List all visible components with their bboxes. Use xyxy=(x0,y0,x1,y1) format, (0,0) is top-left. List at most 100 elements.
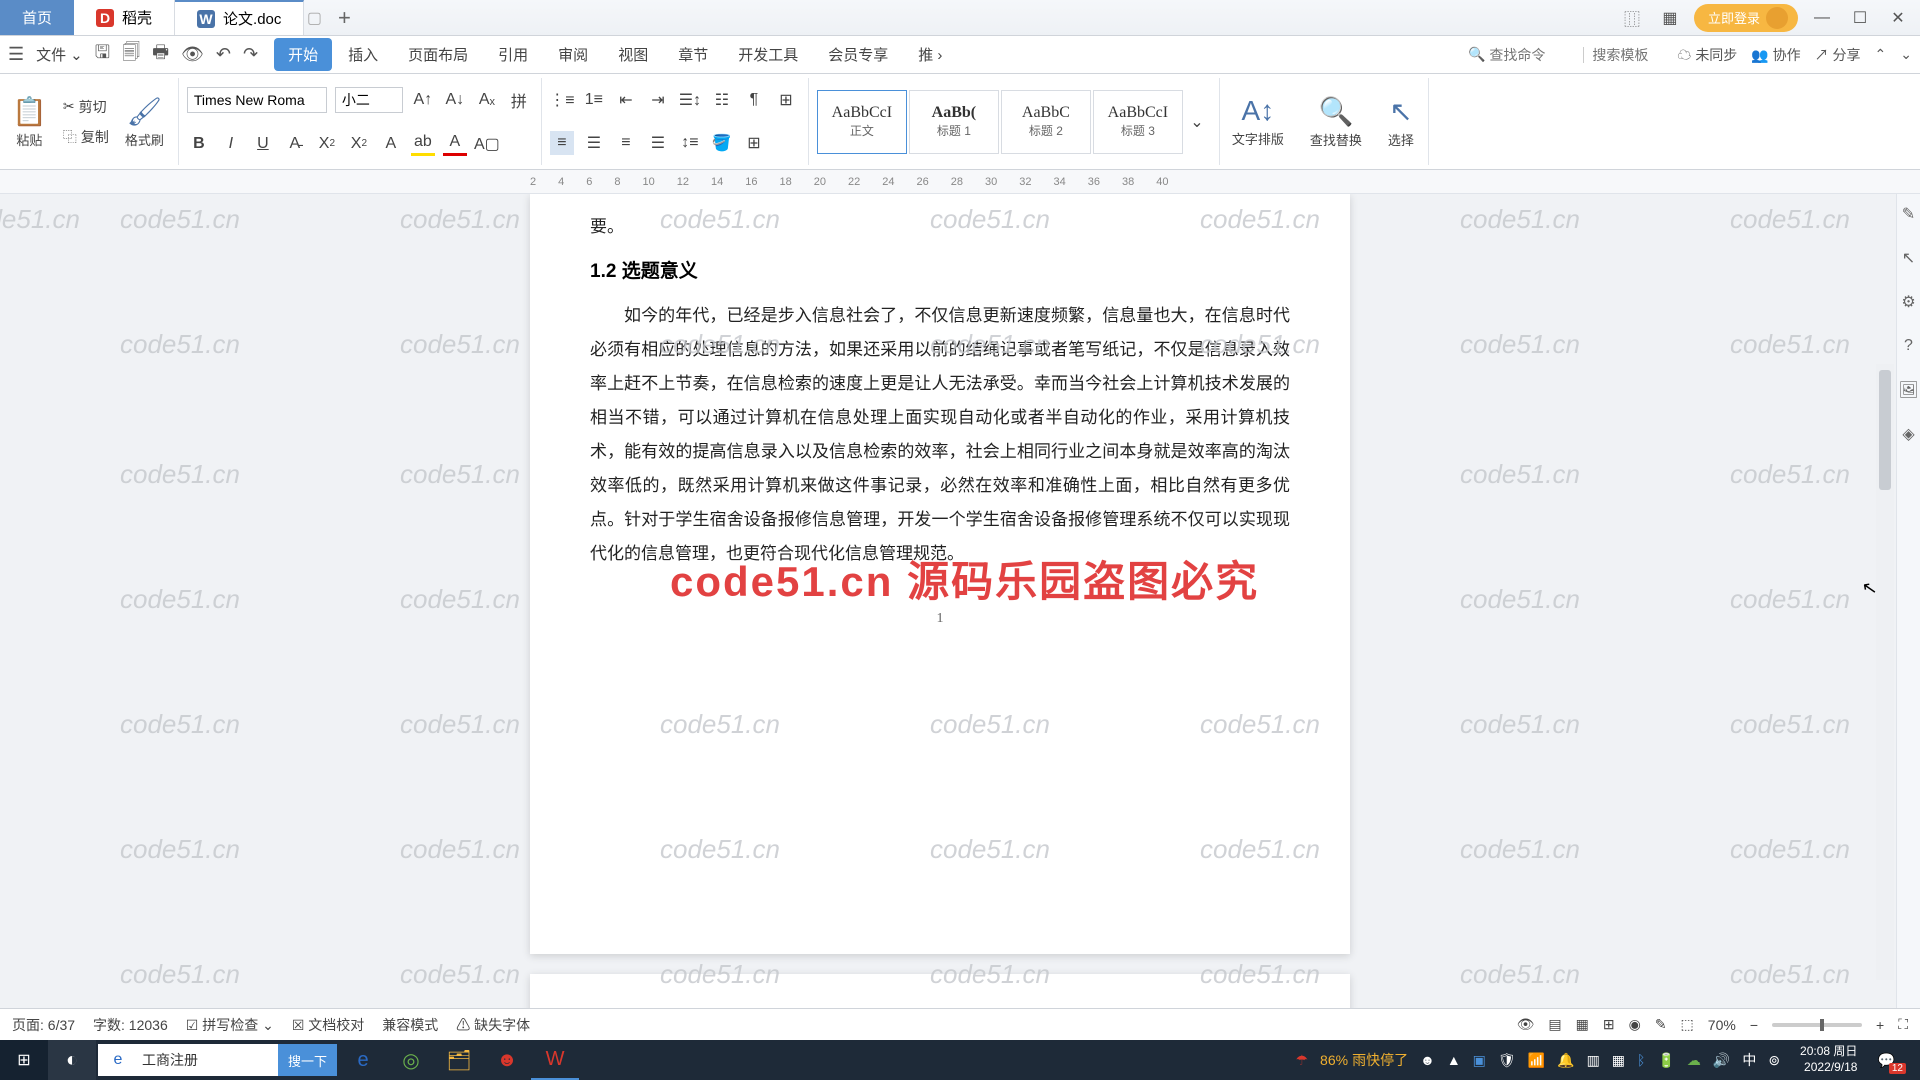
highlight-icon[interactable]: ab xyxy=(411,132,435,156)
bullets-icon[interactable]: ⋮≡ xyxy=(550,88,574,112)
text-effect-icon[interactable]: A xyxy=(379,132,403,156)
print-icon[interactable]: 🖶 xyxy=(152,40,169,70)
style-more-icon[interactable]: ⌄ xyxy=(1185,110,1209,134)
find-replace-button[interactable]: 🔍查找替换 xyxy=(1306,93,1366,151)
coop-button[interactable]: 👥 协作 xyxy=(1751,45,1800,65)
weather-widget[interactable]: 86%雨快停了 xyxy=(1320,1050,1408,1070)
style-heading3[interactable]: AaBbCcI标题 3 xyxy=(1093,90,1183,154)
browser-icon[interactable]: ◎ xyxy=(387,1040,435,1080)
ruler[interactable]: 246810121416182022242628303234363840 xyxy=(0,170,1920,194)
read-mode-icon[interactable]: ◉ xyxy=(1629,1016,1641,1033)
text-direction-button[interactable]: A↕文字排版 xyxy=(1228,93,1288,150)
zoom-slider[interactable] xyxy=(1772,1023,1862,1027)
bluetooth-icon[interactable]: ᛒ xyxy=(1637,1052,1645,1068)
tray-icon[interactable]: ☁ xyxy=(1687,1052,1701,1069)
diamond-icon[interactable]: ◈ xyxy=(1899,424,1919,444)
style-heading1[interactable]: AaBb(标题 1 xyxy=(909,90,999,154)
strike-icon[interactable]: A̵ xyxy=(283,132,307,156)
fit-icon[interactable]: ⬚ xyxy=(1681,1016,1694,1033)
menu-devtools[interactable]: 开发工具 xyxy=(724,38,812,71)
tray-icon[interactable]: ☻ xyxy=(1420,1052,1435,1068)
page-indicator[interactable]: 页面: 6/37 xyxy=(12,1015,75,1035)
volume-icon[interactable]: 🔊 xyxy=(1713,1052,1730,1069)
zoom-value[interactable]: 70% xyxy=(1708,1017,1736,1033)
menu-references[interactable]: 引用 xyxy=(484,38,542,71)
search-command[interactable]: 🔍 xyxy=(1468,46,1569,63)
compat-mode[interactable]: 兼容模式 xyxy=(382,1015,438,1035)
taskbar-clock[interactable]: 20:08 周日 2022/9/18 xyxy=(1792,1044,1865,1075)
grow-font-icon[interactable]: A↑ xyxy=(411,88,435,112)
spellcheck-button[interactable]: ☑ 拼写检查 ⌄ xyxy=(186,1015,274,1035)
menu-more[interactable]: 推 › xyxy=(904,38,956,71)
sliders-icon[interactable]: ⚙ xyxy=(1899,292,1919,312)
wps-icon[interactable]: W xyxy=(531,1040,579,1080)
proofread-button[interactable]: ☒ 文档校对 xyxy=(292,1015,364,1035)
zoom-out-icon[interactable]: − xyxy=(1750,1017,1758,1033)
font-color-icon[interactable]: A xyxy=(443,132,467,156)
ime-indicator[interactable]: 中 xyxy=(1742,1050,1756,1070)
font-size-select[interactable] xyxy=(335,87,403,113)
shading-icon[interactable]: 🪣 xyxy=(710,131,734,155)
superscript-icon[interactable]: X2 xyxy=(315,132,339,156)
dec-indent-icon[interactable]: ⇤ xyxy=(614,88,638,112)
tab-document[interactable]: W论文.doc xyxy=(175,0,304,35)
view-web-icon[interactable]: ⊞ xyxy=(1603,1016,1615,1033)
close-icon[interactable]: ✕ xyxy=(1884,4,1912,32)
tray-icon[interactable]: ▥ xyxy=(1587,1052,1600,1069)
sort-icon[interactable]: ☰↕ xyxy=(678,88,702,112)
tab-docer[interactable]: D稻壳 xyxy=(74,0,175,35)
print-preview-icon[interactable]: 👁 xyxy=(181,44,204,65)
document-area[interactable]: 要。 1.2 选题意义 如今的年代，已经是步入信息社会了，不仅信息更新速度频繁，… xyxy=(0,194,1896,1040)
menu-review[interactable]: 审阅 xyxy=(544,38,602,71)
scrollbar[interactable] xyxy=(1876,364,1894,980)
clear-format-icon[interactable]: Aₓ xyxy=(475,88,499,112)
copy-button[interactable]: ⿻ 复制 xyxy=(59,125,113,149)
align-center-icon[interactable]: ☰ xyxy=(582,131,606,155)
taskbar-search-input[interactable] xyxy=(138,1052,278,1068)
borders-icon[interactable]: ⊞ xyxy=(742,131,766,155)
paste-button[interactable]: 📋粘贴 xyxy=(8,93,51,151)
save-as-icon[interactable]: 🗐 xyxy=(122,40,140,70)
battery-icon[interactable]: 🔋 xyxy=(1657,1052,1674,1069)
menu-start[interactable]: 开始 xyxy=(274,38,332,71)
menu-layout[interactable]: 页面布局 xyxy=(394,38,482,71)
maximize-icon[interactable]: ☐ xyxy=(1846,4,1874,32)
italic-icon[interactable]: I xyxy=(219,132,243,156)
align-right-icon[interactable]: ≡ xyxy=(614,131,638,155)
help-icon[interactable]: ? xyxy=(1899,336,1919,356)
chevron-up-icon[interactable]: ⌃ xyxy=(1875,46,1887,63)
login-button[interactable]: 立即登录 xyxy=(1694,4,1798,32)
pointer-icon[interactable]: ↖ xyxy=(1899,248,1919,268)
layout-icon[interactable]: ⿲ xyxy=(1618,4,1646,32)
style-heading2[interactable]: AaBbC标题 2 xyxy=(1001,90,1091,154)
menu-view[interactable]: 视图 xyxy=(604,38,662,71)
align-left-icon[interactable]: ≡ xyxy=(550,131,574,155)
chevron-down-icon[interactable]: ⌄ xyxy=(1900,46,1912,63)
subscript-icon[interactable]: X2 xyxy=(347,132,371,156)
inc-indent-icon[interactable]: ⇥ xyxy=(646,88,670,112)
scroll-thumb[interactable] xyxy=(1879,370,1891,490)
hamburger-icon[interactable]: ☰ xyxy=(8,44,24,65)
tray-icon[interactable]: ▦ xyxy=(1612,1052,1625,1069)
image-icon[interactable]: 🖼 xyxy=(1899,380,1919,400)
pencil-icon[interactable]: ✎ xyxy=(1899,204,1919,224)
taskbar-search[interactable]: e 搜一下 xyxy=(98,1044,337,1076)
explorer-icon[interactable]: 🗂 xyxy=(435,1040,483,1080)
bell-icon[interactable]: 🔔 xyxy=(1557,1052,1574,1069)
redo-icon[interactable]: ↷ xyxy=(243,44,258,65)
align-dist-icon[interactable]: ☷ xyxy=(710,88,734,112)
search-template-input[interactable] xyxy=(1583,47,1663,63)
menu-chapter[interactable]: 章节 xyxy=(664,38,722,71)
underline-icon[interactable]: U xyxy=(251,132,275,156)
view-page-icon[interactable]: ▤ xyxy=(1548,1016,1561,1033)
numbering-icon[interactable]: 1≡ xyxy=(582,88,606,112)
file-menu[interactable]: 文件 ⌄ xyxy=(36,44,83,65)
menu-vip[interactable]: 会员专享 xyxy=(814,38,902,71)
apps-icon[interactable]: ▦ xyxy=(1656,4,1684,32)
style-normal[interactable]: AaBbCcI正文 xyxy=(817,90,907,154)
tab-home[interactable]: 首页 xyxy=(0,0,74,35)
eye-icon[interactable]: 👁 xyxy=(1517,1016,1535,1033)
action-center-icon[interactable]: 💬12 xyxy=(1877,1052,1912,1069)
bold-icon[interactable]: B xyxy=(187,132,211,156)
cut-button[interactable]: ✂ 剪切 xyxy=(59,95,113,119)
